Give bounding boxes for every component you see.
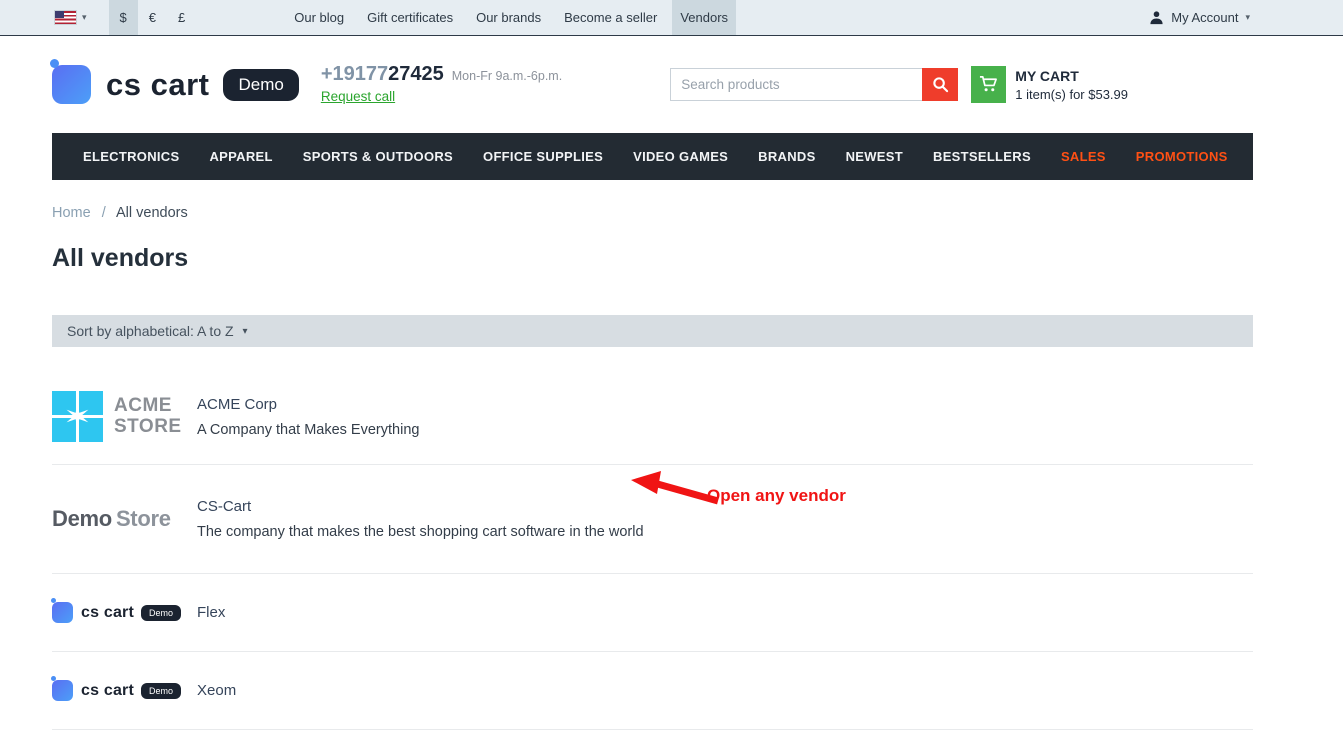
cs-cart-logo[interactable]: cs cart Demo [52,65,299,104]
currency-selector: $ € £ [109,0,197,35]
vendor-row-xeom: cs cart Demo Xeom [52,652,1253,730]
search-input[interactable] [670,68,922,101]
topbar-link-become-a-seller[interactable]: Become a seller [556,0,665,35]
breadcrumb-separator: / [102,205,106,221]
logo-square-icon [52,602,73,623]
topbar-link-vendors[interactable]: Vendors [672,0,736,35]
cart-items-count: 1 item(s) for $53.99 [1015,87,1128,102]
main-navigation: ELECTRONICS APPAREL SPORTS & OUTDOORS OF… [52,133,1253,180]
vendor-link-cs-cart[interactable]: CS-Cart [197,498,644,515]
caret-down-icon: ▾ [243,326,248,337]
breadcrumb: Home / All vendors [52,205,1253,221]
cart[interactable]: MY CART 1 item(s) for $53.99 [971,66,1128,103]
phone-suffix: 27425 [388,63,444,85]
vendor-link-xeom[interactable]: Xeom [197,682,236,699]
nav-brands[interactable]: BRANDS [743,149,830,164]
breadcrumb-home[interactable]: Home [52,205,91,221]
nav-sports-outdoors[interactable]: SPORTS & OUTDOORS [288,149,468,164]
logo-text: cs cart [106,67,209,103]
star-icon: ✶ [52,391,103,442]
page-title: All vendors [52,244,1253,273]
vendor-link-acme-corp[interactable]: ACME Corp [197,396,419,413]
sort-dropdown[interactable]: Sort by alphabetical: A to Z ▾ [52,315,1253,347]
topbar-links: Our blog Gift certificates Our brands Be… [286,0,743,35]
vendor-row-cs-cart: DemoStore CS-Cart The company that makes… [52,465,1253,574]
topbar-link-our-brands[interactable]: Our brands [468,0,549,35]
page: ▾ $ € £ Our blog Gift certificates Our b… [0,0,1343,749]
nav-apparel[interactable]: APPAREL [194,149,287,164]
cart-title: MY CART [1015,68,1128,84]
demo-store-logo[interactable]: DemoStore [52,506,197,532]
logo-dot [51,676,56,681]
topbar-link-gift-certificates[interactable]: Gift certificates [359,0,461,35]
nav-bestsellers[interactable]: BESTSELLERS [918,149,1046,164]
currency-eur[interactable]: € [138,0,167,35]
my-account-label: My Account [1171,10,1238,25]
topbar-link-our-blog[interactable]: Our blog [286,0,352,35]
currency-usd[interactable]: $ [109,0,138,35]
phone-prefix: +19177 [321,63,388,85]
phone-block: +1917727425 Mon-Fr 9a.m.-6p.m. Request c… [321,63,562,106]
header: cs cart Demo +1917727425 Mon-Fr 9a.m.-6p… [0,36,1343,133]
sort-label: Sort by alphabetical: A to Z [67,323,234,339]
us-flag-icon [55,11,76,24]
nav-video-games[interactable]: VIDEO GAMES [618,149,743,164]
vendor-row-acme-corp: ✶ ACME STORE ACME Corp A Company that Ma… [52,369,1253,465]
cs-cart-demo-logo[interactable]: cs cart Demo [52,602,197,623]
cs-cart-demo-logo[interactable]: cs cart Demo [52,680,197,701]
nav-sales[interactable]: SALES [1046,149,1121,164]
working-hours: Mon-Fr 9a.m.-6p.m. [452,69,562,83]
acme-logo-icon: ✶ [52,391,103,442]
topbar: ▾ $ € £ Our blog Gift certificates Our b… [0,0,1343,36]
vendor-description: A Company that Makes Everything [197,422,419,438]
cart-button[interactable] [971,66,1006,103]
currency-gbp[interactable]: £ [167,0,196,35]
vendor-list: ✶ ACME STORE ACME Corp A Company that Ma… [52,369,1253,730]
acme-logo-text: ACME STORE [114,396,182,437]
phone-number[interactable]: +1917727425 [321,63,444,86]
cart-icon [979,75,998,94]
vendor-row-flex: cs cart Demo Flex [52,574,1253,652]
cart-summary: MY CART 1 item(s) for $53.99 [1015,68,1128,102]
nav-promotions[interactable]: PROMOTIONS [1121,149,1243,164]
nav-electronics[interactable]: ELECTRONICS [68,149,194,164]
vendor-description: The company that makes the best shopping… [197,524,644,540]
logo-square-icon [52,65,91,104]
vendor-link-flex[interactable]: Flex [197,604,225,621]
user-icon [1149,10,1164,25]
my-account-menu[interactable]: My Account ▾ [1149,0,1250,35]
caret-down-icon: ▾ [82,12,87,23]
breadcrumb-current: All vendors [116,205,188,221]
logo-dot [51,598,56,603]
search-icon [932,76,949,93]
nav-office-supplies[interactable]: OFFICE SUPPLIES [468,149,618,164]
nav-newest[interactable]: NEWEST [831,149,918,164]
request-call-link[interactable]: Request call [321,89,395,104]
logo-square-icon [52,680,73,701]
caret-down-icon: ▾ [1245,12,1250,23]
search-button[interactable] [922,68,958,101]
logo-dot [50,59,59,68]
acme-store-logo[interactable]: ✶ ACME STORE [52,391,197,442]
language-selector[interactable]: ▾ [55,0,87,35]
logo-demo-badge: Demo [223,69,298,101]
search-bar [670,68,958,101]
